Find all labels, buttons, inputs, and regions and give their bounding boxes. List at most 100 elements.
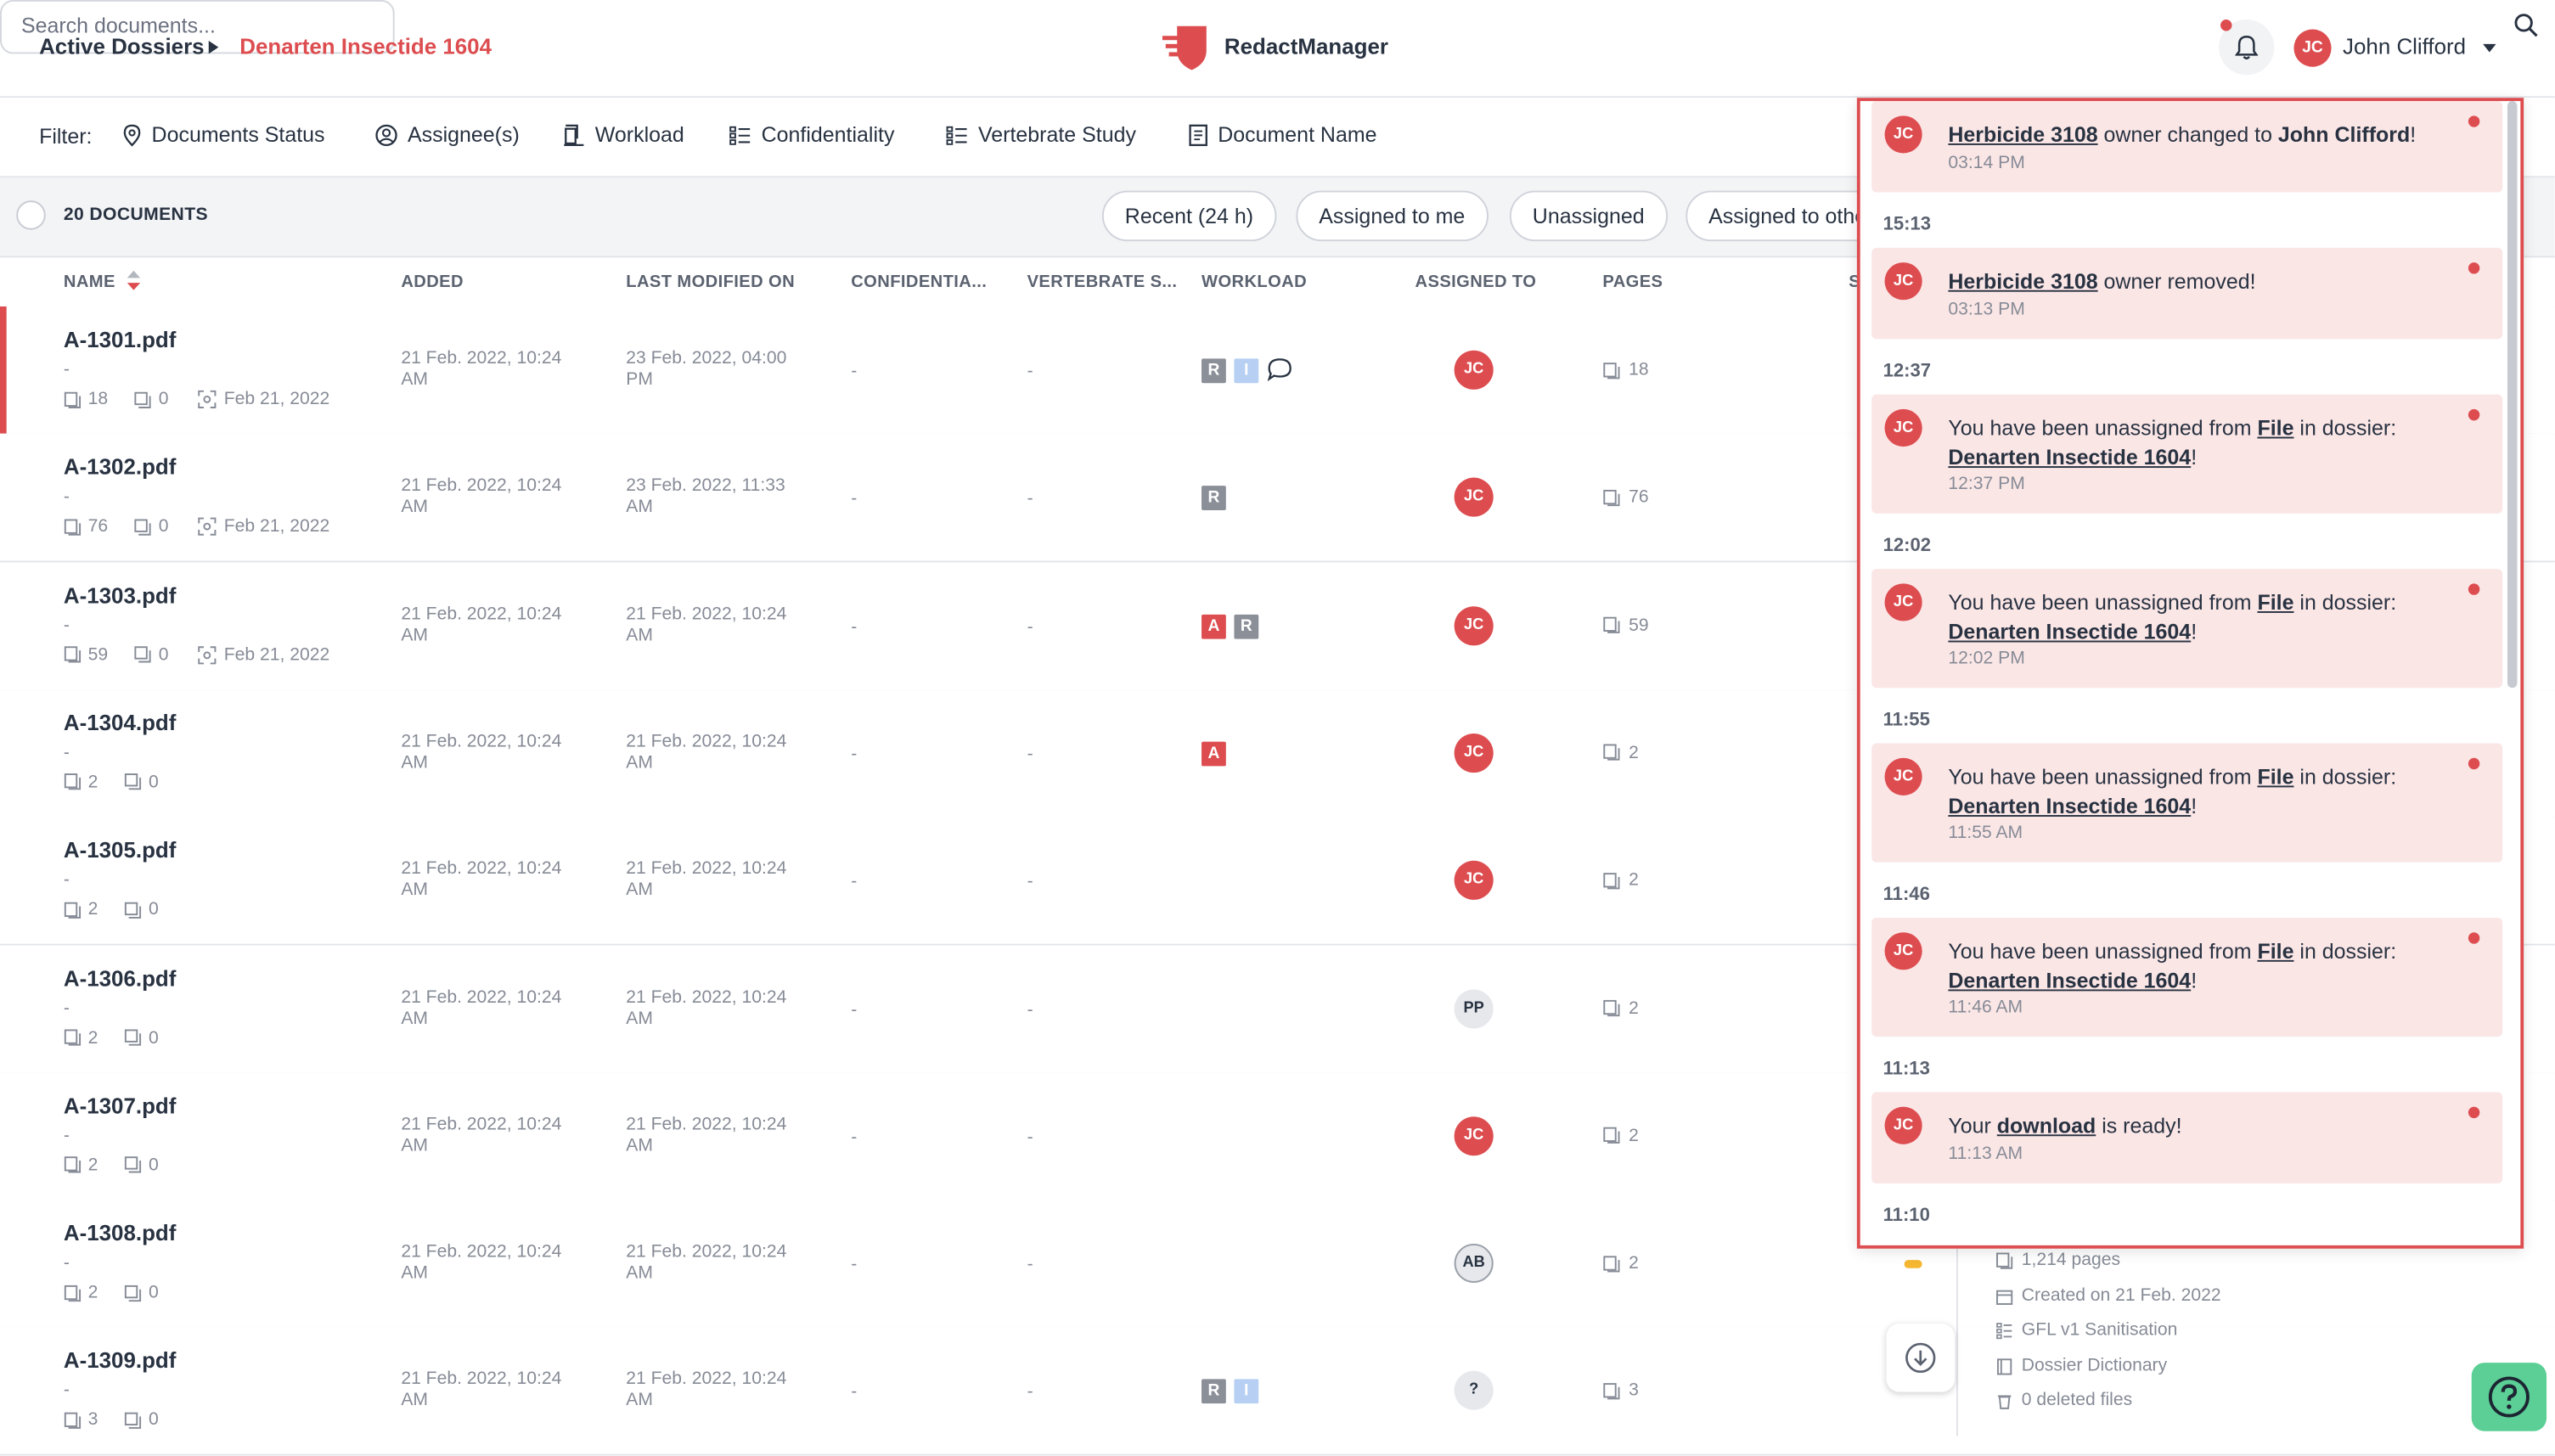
workload-badge-a: A [1202, 614, 1226, 638]
filter-documents-status[interactable]: Documents Status [122, 122, 325, 147]
column-last-modified[interactable]: LAST MODIFIED ON [626, 273, 795, 292]
filter-assignees[interactable]: Assignee(s) [375, 122, 520, 147]
chip-assigned-to-others[interactable]: Assigned to others [1686, 190, 1882, 242]
column-confidentiality[interactable]: CONFIDENTIA... [851, 273, 987, 292]
notification-unread-dot[interactable] [2468, 115, 2480, 127]
search-input[interactable] [18, 11, 351, 40]
notification-unread-dot[interactable] [2468, 932, 2480, 944]
file-name[interactable]: A-1307.pdf [64, 1093, 177, 1118]
notification-item[interactable]: JC You have been unassigned from File in … [1871, 743, 2503, 863]
added-date-line2: AM [401, 880, 428, 901]
table-row[interactable]: A-1309.pdf -3 0 21 Feb. 2022, 10:24 AM 21 Feb… [0, 1327, 2555, 1456]
added-date: 21 Feb. 2022, 10:24 AM [401, 476, 561, 519]
column-workload[interactable]: WORKLOAD [1202, 273, 1307, 292]
pages-cell: 59 [1602, 616, 1649, 635]
modified-date: 23 Feb. 2022, 11:33 AM [626, 476, 785, 519]
notification-message: You have been unassigned from File in do… [1948, 414, 2437, 471]
assignee-avatar[interactable]: JC [1454, 350, 1494, 390]
assignee-avatar[interactable]: JC [1454, 861, 1494, 901]
search-icon[interactable] [2514, 13, 2539, 37]
chip-recent[interactable]: Recent (24 h) [1101, 190, 1276, 242]
notification-link[interactable]: File [2257, 939, 2293, 964]
filter-confidentiality[interactable]: Confidentiality [729, 122, 894, 147]
file-name[interactable]: A-1305.pdf [64, 838, 177, 863]
confidentiality-value: - [851, 745, 858, 765]
notification-link[interactable]: Denarten Insectide 1604 [1948, 444, 2191, 469]
added-date-line2: AM [401, 1008, 428, 1028]
notifications-scrollbar[interactable] [2507, 101, 2518, 689]
confidentiality-value: - [851, 1255, 858, 1275]
file-description: - [63, 743, 70, 763]
chip-assigned-to-me[interactable]: Assigned to me [1296, 190, 1489, 242]
assignee-avatar[interactable]: ? [1454, 1371, 1494, 1411]
user-name[interactable]: John Clifford [2343, 34, 2466, 59]
notification-link[interactable]: Denarten Insectide 1604 [1948, 793, 2191, 818]
column-added[interactable]: ADDED [401, 273, 464, 292]
comment-bubble-icon [1267, 358, 1292, 382]
user-circle-icon [375, 123, 397, 146]
chip-unassigned[interactable]: Unassigned [1509, 190, 1668, 242]
notification-link[interactable]: Herbicide 3108 [1948, 122, 2097, 147]
filter-document-name[interactable]: Document Name [1189, 122, 1377, 147]
workload-badge-r: R [1202, 358, 1226, 384]
download-button[interactable] [1886, 1324, 1956, 1392]
pages-icon [64, 1156, 82, 1174]
column-assigned-to[interactable]: ASSIGNED TO [1415, 273, 1537, 292]
filter-label: Filter: [39, 123, 93, 149]
filter-vertebrate-study[interactable]: Vertebrate Study [946, 122, 1136, 147]
workload-badge-r: R [1234, 614, 1259, 638]
file-name[interactable]: A-1306.pdf [64, 966, 177, 991]
pages-count-icon [64, 1412, 82, 1430]
notification-unread-dot[interactable] [2468, 1106, 2480, 1119]
notification-item[interactable]: JC Your download is ready! 11:13 AM [1871, 1092, 2503, 1183]
file-comments-icon [124, 1029, 142, 1047]
assignee-avatar[interactable]: JC [1454, 733, 1494, 773]
side-info-template-text: GFL v1 Sanitisation [2021, 1320, 2178, 1341]
column-pages[interactable]: PAGES [1602, 273, 1663, 292]
select-all-checkbox[interactable] [16, 200, 46, 230]
notification-link[interactable]: File [2257, 590, 2293, 615]
modified-date: 21 Feb. 2022, 10:24 AM [626, 1370, 786, 1413]
assignee-avatar[interactable]: PP [1454, 988, 1494, 1028]
column-name[interactable]: NAME [64, 273, 115, 292]
notification-item[interactable]: JC You have been unassigned from File in … [1871, 394, 2503, 514]
user-avatar[interactable]: JC [2293, 29, 2332, 67]
notification-item[interactable]: JC Herbicide 3108 owner removed! 03:13 PM [1871, 247, 2503, 340]
notification-text-part: You have been unassigned from [1948, 415, 2258, 441]
notification-link[interactable]: File [2257, 416, 2293, 441]
file-name[interactable]: A-1309.pdf [64, 1349, 177, 1374]
notification-link[interactable]: Denarten Insectide 1604 [1948, 968, 2191, 992]
assignee-avatar[interactable]: JC [1454, 478, 1494, 518]
notification-unread-dot[interactable] [2468, 583, 2480, 595]
pages-icon [64, 1285, 82, 1301]
file-name[interactable]: A-1304.pdf [64, 711, 177, 735]
side-info-deleted[interactable]: 0 deleted files [1995, 1391, 2132, 1410]
notification-link[interactable]: Denarten Insectide 1604 [1948, 619, 2191, 644]
filter-workload[interactable]: Workload [562, 122, 684, 147]
assignee-avatar[interactable]: JC [1454, 1116, 1494, 1155]
side-info-dictionary[interactable]: Dossier Dictionary [1995, 1356, 2167, 1375]
notification-link[interactable]: Herbicide 3108 [1948, 269, 2097, 294]
help-button[interactable] [2471, 1363, 2547, 1431]
file-name[interactable]: A-1302.pdf [64, 455, 177, 480]
sort-icon[interactable] [127, 270, 141, 290]
assignee-avatar[interactable]: AB [1454, 1244, 1494, 1284]
notification-item[interactable]: JC You have been unassigned from File in … [1871, 917, 2503, 1037]
notification-link[interactable]: File [2257, 764, 2293, 789]
notification-unread-dot[interactable] [2468, 757, 2480, 770]
file-name[interactable]: A-1303.pdf [64, 583, 177, 608]
notification-link[interactable]: download [1997, 1113, 2096, 1138]
chevron-down-icon[interactable] [2483, 43, 2496, 53]
file-name[interactable]: A-1301.pdf [64, 328, 177, 352]
notification-unread-dot[interactable] [2468, 408, 2480, 421]
column-vertebrate-study[interactable]: VERTEBRATE S... [1027, 273, 1178, 292]
assignee-avatar[interactable]: JC [1454, 605, 1494, 645]
notification-item[interactable]: JC You have been unassigned from File in … [1871, 569, 2503, 689]
pages-icon [1602, 1255, 1620, 1273]
file-name[interactable]: A-1308.pdf [64, 1221, 177, 1245]
pages-icon [1603, 362, 1620, 379]
pages-icon [1602, 489, 1620, 507]
modified-date-line2: AM [626, 1008, 653, 1028]
notification-unread-dot[interactable] [2468, 262, 2480, 274]
notification-item[interactable]: JC Herbicide 3108 owner changed to John C… [1871, 101, 2503, 193]
